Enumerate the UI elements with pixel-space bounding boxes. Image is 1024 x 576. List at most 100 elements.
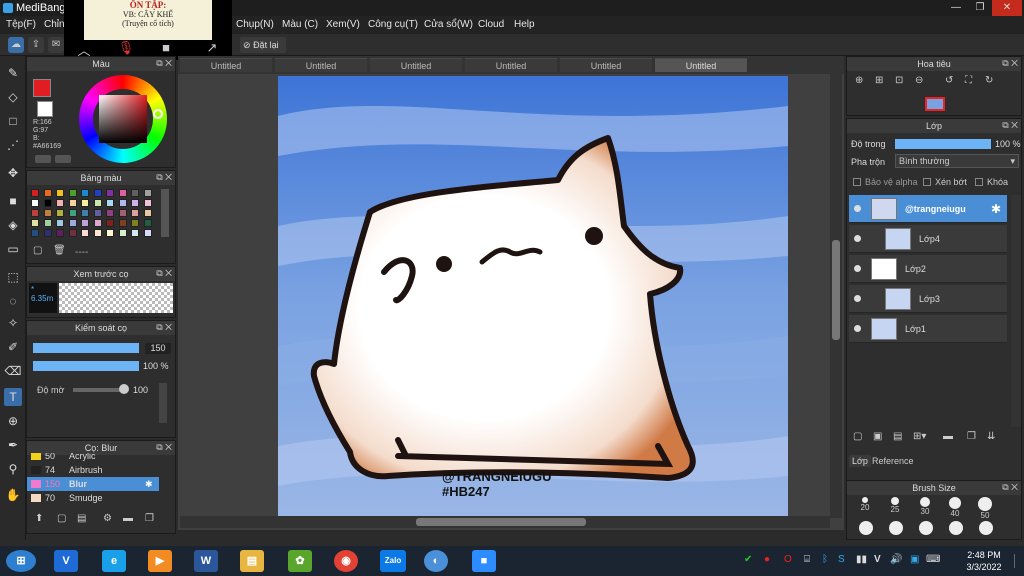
menu-cloud[interactable]: Cloud <box>478 19 504 30</box>
layer-scrollbar[interactable] <box>1011 195 1021 427</box>
keyboard-icon[interactable]: ⌨ <box>926 554 940 565</box>
start-button-icon[interactable]: ⊞ <box>6 550 36 572</box>
background-swatch[interactable] <box>37 101 53 117</box>
hue-wheel[interactable] <box>79 75 167 163</box>
close-icon[interactable]: ✕ <box>992 0 1022 16</box>
color-swatch[interactable] <box>93 189 102 197</box>
color-swatch[interactable] <box>131 219 139 227</box>
chat-tray-icon[interactable]: ▣ <box>910 554 919 565</box>
opacity-slider[interactable] <box>33 361 139 371</box>
brush-list-item[interactable]: 150 Blur ✱ <box>27 477 159 491</box>
protect-alpha-checkbox[interactable] <box>853 178 861 186</box>
color-swatch[interactable] <box>31 229 39 237</box>
magic-wand-icon[interactable]: ✧ <box>4 314 22 332</box>
color-swatch[interactable] <box>56 209 64 217</box>
video-overlay[interactable]: ÔN TẬP: VB: CÂY KHẾ (Truyện cổ tích) ︿ 🎙… <box>64 0 232 60</box>
color-swatch[interactable] <box>56 229 64 237</box>
brush-list-item[interactable]: 74 Airbrush <box>27 463 159 477</box>
hardness-slider[interactable] <box>73 388 125 392</box>
brush-size-grid[interactable]: 20 25 30 40 50 <box>851 495 1011 539</box>
color-swatch[interactable] <box>106 219 114 227</box>
clock[interactable]: 2:48 PM 3/3/2022 <box>962 549 1006 573</box>
layer-folder-icon[interactable]: ▬ <box>943 431 953 442</box>
color-swatch[interactable] <box>143 189 152 197</box>
eraser-tool-icon[interactable]: ◇ <box>4 88 22 106</box>
color-swatch[interactable] <box>106 199 114 207</box>
color-swatch[interactable] <box>81 219 89 227</box>
shield-icon[interactable]: ✔ <box>744 554 752 565</box>
signal-icon[interactable]: ▮▮ <box>856 554 867 565</box>
saturation-square[interactable] <box>99 95 147 143</box>
eye-icon[interactable] <box>854 265 861 272</box>
eye-icon[interactable] <box>854 325 861 332</box>
palette-scrollbar[interactable] <box>161 189 169 237</box>
brush-menu-icon[interactable]: ▤ <box>77 513 86 524</box>
zoom-in-icon[interactable]: ⊕ <box>855 75 863 86</box>
new-8bit-layer-icon[interactable]: ▤ <box>893 431 902 442</box>
chrome-icon[interactable]: ◉ <box>334 550 358 572</box>
fullscreen-icon[interactable]: ⛶ <box>965 75 972 86</box>
word-icon[interactable]: W <box>194 550 218 572</box>
color-swatch[interactable] <box>81 229 89 237</box>
explorer-icon[interactable]: ▤ <box>240 550 264 572</box>
menu-edit[interactable]: Chỉn <box>44 19 65 30</box>
unikey-icon[interactable]: V <box>54 550 78 572</box>
panel-controls-icon[interactable]: ⧉ ✕ <box>1002 58 1018 69</box>
reset-button[interactable]: ⊘ Đặt lại <box>240 37 286 53</box>
brush-size-cell[interactable]: 20 <box>851 495 879 517</box>
hue-handle[interactable] <box>153 109 163 119</box>
brush-size-cell[interactable]: 25 <box>881 495 909 517</box>
gear-icon[interactable]: ✱ <box>145 477 153 491</box>
doc-tab[interactable]: Untitled <box>560 58 652 72</box>
brush-size-dot-large[interactable] <box>919 521 933 535</box>
color-swatch[interactable] <box>106 209 114 217</box>
select-eraser-icon[interactable]: ⌫ <box>4 362 22 380</box>
menu-color[interactable]: Màu (C) <box>282 19 318 30</box>
brush-list-item[interactable]: 50 Acrylic <box>27 453 159 463</box>
gradient-tool-icon[interactable]: ▭ <box>4 240 22 258</box>
panel-controls-icon[interactable]: ⧉ ✕ <box>156 268 172 279</box>
share-icon[interactable]: ⇪ <box>28 37 44 53</box>
panel-controls-icon[interactable]: ⧉ ✕ <box>156 58 172 69</box>
color-swatch[interactable] <box>31 189 39 197</box>
rotate-left-icon[interactable]: ↺ <box>945 75 953 86</box>
skype-icon[interactable]: S <box>838 554 845 565</box>
folder-icon[interactable]: ▬ <box>123 513 133 524</box>
volume-icon[interactable]: 🔊 <box>890 554 902 565</box>
opera-icon[interactable]: O <box>784 554 792 565</box>
color-swatch[interactable] <box>43 199 52 207</box>
menu-capture[interactable]: Chụp(N) <box>236 19 274 30</box>
tab-layers[interactable]: Lớp <box>849 455 871 467</box>
color-swatch[interactable] <box>131 209 139 217</box>
text-tool-icon[interactable]: T <box>4 388 22 406</box>
brush-size-dot-large[interactable] <box>889 521 903 535</box>
zoom-fit-icon[interactable]: ⊞ <box>875 75 883 86</box>
layer-row[interactable]: Lớp1 <box>849 315 1007 343</box>
color-swatch[interactable] <box>43 209 52 217</box>
brush-list-item[interactable]: 70 Smudge <box>27 491 159 505</box>
brush-size-cell[interactable]: 30 <box>911 495 939 517</box>
color-swatch[interactable] <box>81 209 89 217</box>
color-swatch[interactable] <box>143 199 152 207</box>
brush-size-dot-large[interactable] <box>949 521 963 535</box>
zoom-icon[interactable]: ■ <box>472 550 496 572</box>
menu-file[interactable]: Tệp(F) <box>6 19 36 30</box>
doc-tab[interactable]: Untitled <box>370 58 462 72</box>
move-tool-icon[interactable]: ✥ <box>4 164 22 182</box>
color-swatch[interactable] <box>56 199 64 207</box>
foreground-swatch[interactable] <box>33 79 51 97</box>
select-rect-icon[interactable]: ⬚ <box>4 268 22 286</box>
brush-size-dot-large[interactable] <box>859 521 873 535</box>
menu-tools[interactable]: Công cụ(T) <box>368 19 418 30</box>
blend-select[interactable]: Bình thường ▾ <box>895 154 1019 168</box>
brush-size-dot-large[interactable] <box>979 521 993 535</box>
eye-icon[interactable] <box>854 235 861 242</box>
media-player-icon[interactable]: ▶ <box>148 550 172 572</box>
color-swatch[interactable] <box>43 189 52 197</box>
navigator-thumbnail[interactable] <box>925 97 945 111</box>
horizontal-scrollbar[interactable] <box>180 516 830 528</box>
color-swatch[interactable] <box>56 219 64 227</box>
size-value[interactable]: 150 <box>145 343 171 354</box>
horizontal-scroll-thumb[interactable] <box>416 518 586 526</box>
brush-size-cell[interactable]: 40 <box>941 495 969 518</box>
